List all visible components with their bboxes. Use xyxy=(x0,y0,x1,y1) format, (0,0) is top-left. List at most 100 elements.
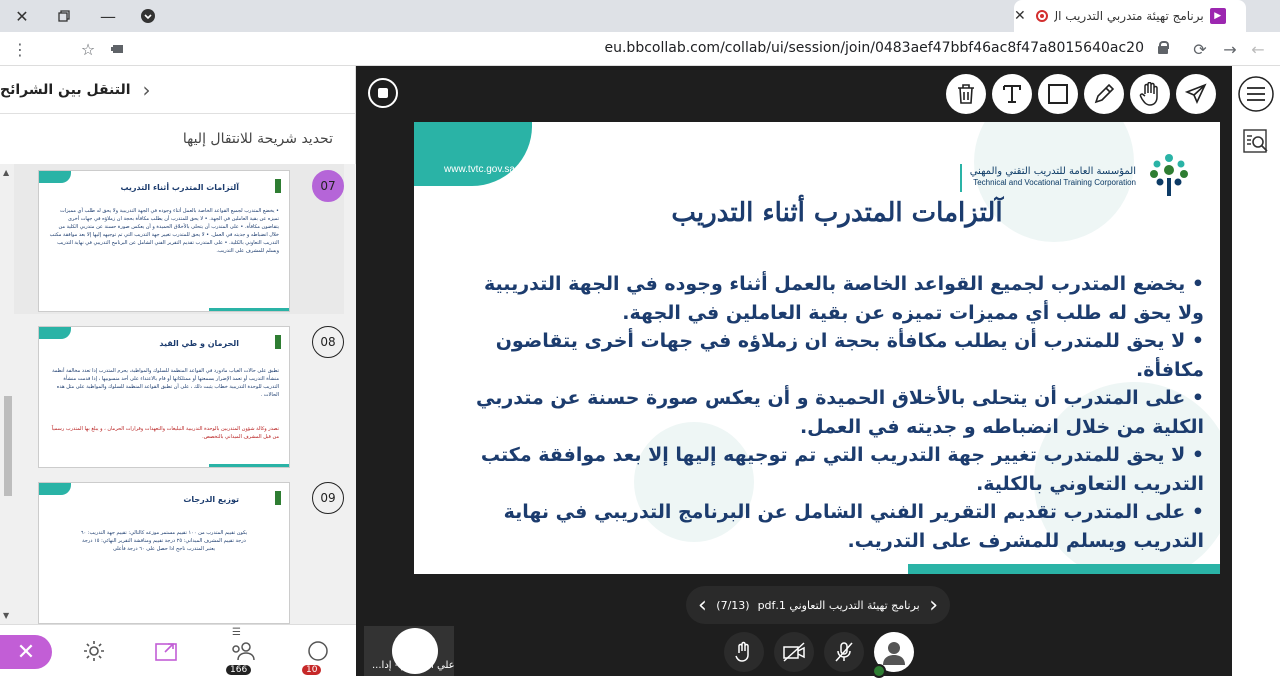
tab-close-icon[interactable]: ✕ xyxy=(1014,8,1026,24)
slide-list: آلتزامات المتدرب أثناء التدريب • يخضع ال… xyxy=(0,164,356,624)
thumb-bottom-bar xyxy=(209,308,289,311)
thumb-note: تصدر وكالة شؤون المتدربين بالوحدة التدري… xyxy=(51,426,279,440)
tab-title: برنامج تهيئة متدربي التدريب ال xyxy=(1053,9,1204,23)
panel-header: ‹ التنقل بين الشرائح xyxy=(0,66,355,114)
slide-number-badge: 08 xyxy=(312,326,344,358)
slide-bullet: • يخضع المتدرب لجميع القواعد الخاصة بالع… xyxy=(484,273,1204,324)
scroll-down-icon[interactable]: ▼ xyxy=(3,611,9,620)
slide-navigation-panel: ‹ التنقل بين الشرائح تحديد شريحة للانتقا… xyxy=(0,66,356,676)
prev-slide-chevron-icon[interactable]: ‹ xyxy=(698,593,707,618)
slide-bullet: • لا يحق للمتدرب أن يطلب مكافأة بحجة ان … xyxy=(495,330,1204,381)
back-arrow-icon[interactable]: → xyxy=(1218,37,1242,61)
text-tool-icon[interactable] xyxy=(992,74,1032,114)
teal-corner xyxy=(39,327,71,339)
chat-count-badge: 10 xyxy=(302,665,322,675)
next-slide-chevron-icon[interactable]: › xyxy=(929,593,938,618)
pointer-tool-icon[interactable] xyxy=(1176,74,1216,114)
slide-item[interactable]: الحرمان و طي القيد تطبق على حالات الغياب… xyxy=(14,320,344,470)
slide-body: • يخضع المتدرب لجميع القواعد الخاصة بالع… xyxy=(458,270,1204,555)
pan-hand-icon[interactable] xyxy=(1130,74,1170,114)
camera-off-icon[interactable] xyxy=(774,632,814,672)
slide-item[interactable]: آلتزامات المتدرب أثناء التدريب • يخضع ال… xyxy=(14,164,344,314)
close-window-icon[interactable]: ✕ xyxy=(2,0,42,32)
bookmark-star-icon[interactable]: ☆ xyxy=(76,37,100,61)
thumb-bottom-bar xyxy=(209,464,289,467)
collab-side-bar xyxy=(1232,66,1280,676)
file-name: برنامج تهيئة التدريب التعاوني 1.pdf xyxy=(757,598,920,612)
forward-arrow-icon[interactable]: ← xyxy=(1246,37,1270,61)
slide-info: (7/13) برنامج تهيئة التدريب التعاوني 1.p… xyxy=(716,599,919,612)
org-divider xyxy=(960,164,962,192)
close-panel-button[interactable]: ✕ xyxy=(0,635,52,669)
panel-scrollbar[interactable]: ▲ ▼ xyxy=(2,166,12,621)
tab-search-icon[interactable] xyxy=(128,0,168,32)
slide-thumbnail[interactable]: آلتزامات المتدرب أثناء التدريب • يخضع ال… xyxy=(38,170,290,312)
cast-icon[interactable] xyxy=(106,37,130,61)
slide-item[interactable]: توزيع الدرجات يكون تقييم المتدرب من ١٠٠ … xyxy=(14,476,344,624)
trash-icon[interactable] xyxy=(946,74,986,114)
thumb-title: توزيع الدرجات xyxy=(183,495,239,504)
menu-kebab-icon[interactable]: ⋮ xyxy=(8,37,32,61)
panel-title: التنقل بين الشرائح xyxy=(0,81,131,98)
hamburger-menu-icon[interactable] xyxy=(1236,74,1276,114)
zoom-inspect-icon[interactable] xyxy=(1236,122,1276,162)
slide-counter: (7/13) xyxy=(716,598,750,612)
panel-bottom-bar: ✕ ☰ 166 10 xyxy=(0,624,356,676)
raise-hand-icon[interactable] xyxy=(724,632,764,672)
browser-tab[interactable]: ▶ برنامج تهيئة متدربي التدريب ال ✕ xyxy=(1014,0,1246,32)
thumb-body: تطبق على حالات الغياب مادورد في القواعد … xyxy=(52,368,279,398)
tvtc-logo-icon xyxy=(1146,148,1192,198)
teal-corner xyxy=(39,483,71,495)
org-name-arabic: المؤسسة العامة للتدريب التقني والمهني xyxy=(969,166,1136,177)
teal-header-shape xyxy=(414,122,532,186)
stop-sharing-button[interactable] xyxy=(368,78,398,108)
current-slide: www.tvtc.gov.sa المؤسسة العامة للتدريب ا… xyxy=(414,122,1220,574)
chat-icon[interactable]: 10 xyxy=(292,625,344,677)
scroll-thumb[interactable] xyxy=(4,396,12,496)
thumb-title: آلتزامات المتدرب أثناء التدريب xyxy=(120,183,239,192)
scroll-up-icon[interactable]: ▲ xyxy=(3,168,9,177)
website-label: www.tvtc.gov.sa xyxy=(444,164,515,175)
participants-icon[interactable]: 166 xyxy=(216,625,268,677)
url-text[interactable]: eu.bbcollab.com/collab/ui/session/join/0… xyxy=(605,40,1145,56)
lock-icon xyxy=(1158,41,1169,54)
minimize-window-icon[interactable]: — xyxy=(88,0,128,32)
panel-subtitle: تحديد شريحة للانتقال إليها xyxy=(182,131,333,147)
restore-window-icon[interactable] xyxy=(44,0,84,32)
back-chevron-icon[interactable]: ‹ xyxy=(143,78,151,102)
org-name-english: Technical and Vocational Training Corpor… xyxy=(973,178,1136,187)
self-name: علي ال صقر - إدا... xyxy=(372,660,455,671)
presentation-stage: www.tvtc.gov.sa المؤسسة العامة للتدريب ا… xyxy=(356,66,1280,678)
thumb-body: يكون تقييم المتدرب من ١٠٠ تقييم مستمر مو… xyxy=(80,530,248,552)
my-status-avatar[interactable] xyxy=(872,632,914,678)
thumb-body: • يخضع المتدرب لجميع القواعد الخاصة بالع… xyxy=(49,208,279,254)
logo-icon xyxy=(251,335,281,349)
recording-icon xyxy=(1035,10,1048,22)
shape-tool-icon[interactable] xyxy=(1038,74,1078,114)
settings-gear-icon[interactable] xyxy=(68,625,120,677)
slide-bottom-bar xyxy=(908,564,1220,574)
address-bar: ⋮ ☆ eu.bbcollab.com/collab/ui/session/jo… xyxy=(0,32,1280,66)
reload-icon[interactable]: ⟳ xyxy=(1188,37,1212,61)
browser-tab-bar: ✕ — + ▶ برنامج تهيئة متدربي التدريب ال ✕ xyxy=(0,0,1280,32)
logo-icon xyxy=(251,491,281,505)
slide-thumbnail[interactable]: الحرمان و طي القيد تطبق على حالات الغياب… xyxy=(38,326,290,468)
self-video-tile[interactable]: علي ال صقر - إدا... xyxy=(364,626,455,676)
slide-nav-bar: ‹ (7/13) برنامج تهيئة التدريب التعاوني 1… xyxy=(686,586,950,624)
slide-title: آلتزامات المتدرب أثناء التدريب xyxy=(671,198,1003,228)
slide-bullet: • على المتدرب تقديم التقرير الفني الشامل… xyxy=(503,501,1204,552)
tab-favicon-icon: ▶ xyxy=(1209,8,1226,24)
teal-corner xyxy=(39,171,71,183)
share-content-icon[interactable] xyxy=(142,625,194,677)
mic-off-icon[interactable] xyxy=(824,632,864,672)
media-controls xyxy=(724,632,914,678)
slide-thumbnail[interactable]: توزيع الدرجات يكون تقييم المتدرب من ١٠٠ … xyxy=(38,482,290,624)
slide-number-badge: 07 xyxy=(312,170,344,202)
logo-icon xyxy=(251,179,281,193)
participants-count-badge: 166 xyxy=(226,665,252,675)
slide-bullet: • على المتدرب أن يتحلى بالأخلاق الحميدة … xyxy=(476,387,1204,438)
slide-bullet: • لا يحق للمتدرب تغيير جهة التدريب التي … xyxy=(480,444,1204,495)
thumb-title: الحرمان و طي القيد xyxy=(159,339,239,348)
pen-tool-icon[interactable] xyxy=(1084,74,1124,114)
slide-number-badge: 09 xyxy=(312,482,344,514)
